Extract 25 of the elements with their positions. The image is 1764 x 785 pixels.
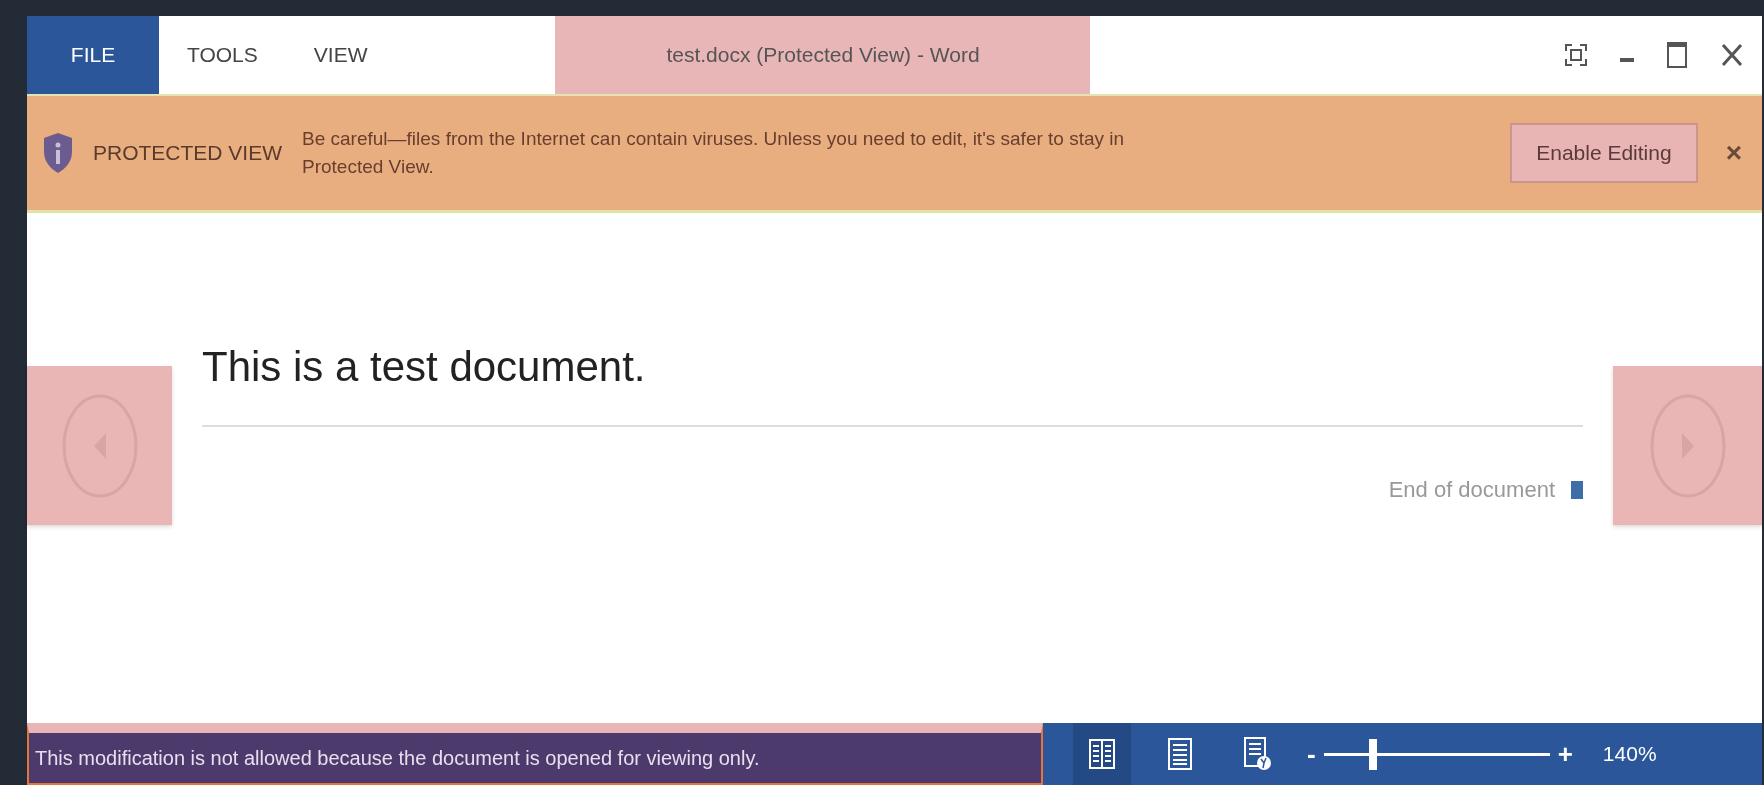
enable-editing-button[interactable]: Enable Editing [1510,123,1698,183]
zoom-in-button[interactable]: + [1553,738,1577,770]
message-bar-label: PROTECTED VIEW [93,141,282,165]
page-icon [1168,738,1192,770]
document-heading: This is a test document. [202,343,1583,427]
zoom-out-button[interactable]: - [1303,738,1320,770]
status-message: This modification is not allowed because the document is opened for viewing only. [27,723,1043,785]
warning-message: Be careful—files from the Internet can contain viruses. Unless you need to edit, it's safer to stay in Protected View. [302,127,1126,179]
menu-tab[interactable]: FILE [27,16,159,94]
minimize-icon [1620,58,1634,62]
book-icon [1089,738,1115,770]
maximize-icon [1666,41,1688,69]
menu-tab[interactable]: TOOLS [159,16,286,94]
window-title: test.docx (Protected View) - Word [555,16,1091,94]
full-screen-icon [1564,43,1588,67]
close-button[interactable]: × [1719,136,1748,170]
web-page-icon [1244,737,1272,771]
zoom-slider-thumb[interactable] [1369,738,1378,770]
view-button[interactable] [1073,723,1131,785]
close-icon [1720,42,1744,68]
shield-info-icon [43,132,73,174]
zoom-level[interactable]: 140% [1602,742,1657,766]
menu-tab[interactable]: VIEW [285,16,396,94]
end-of-document-label: End of document [1388,477,1555,503]
end-marker-icon [1571,481,1583,499]
